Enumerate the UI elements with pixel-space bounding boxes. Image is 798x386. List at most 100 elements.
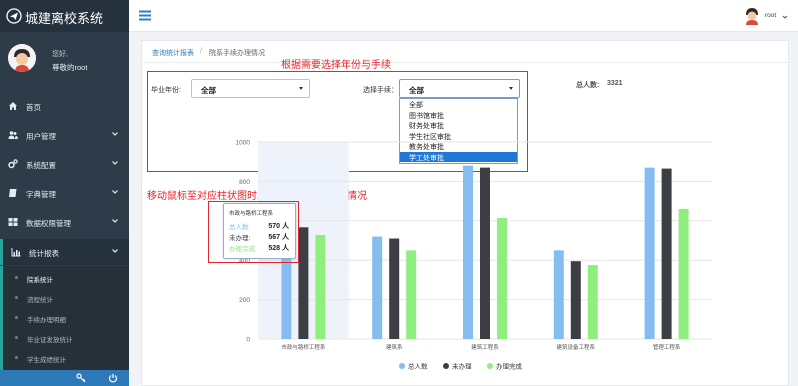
chevron-down-icon: [112, 132, 118, 136]
sidebar-item-system-config[interactable]: 系统配置: [0, 151, 129, 177]
tooltip-row-done: 办理完成: 528 人: [229, 243, 295, 253]
graduation-year-select[interactable]: 全部: [191, 79, 310, 98]
submenu-item-diploma-stats[interactable]: 毕业证发放统计: [3, 328, 129, 348]
bar: [389, 238, 400, 339]
sidebar-item-user-management[interactable]: 用户管理: [0, 122, 129, 148]
avatar[interactable]: [8, 44, 36, 72]
total-count-value: 3321: [607, 80, 623, 87]
legend-marker: [443, 363, 449, 369]
procedure-select[interactable]: 全部: [399, 79, 520, 98]
bar: [298, 227, 309, 339]
sidebar-item-label: 用户管理: [26, 132, 56, 141]
tooltip-value: 567 人: [268, 234, 289, 241]
y-tick-label: 1000: [236, 140, 251, 147]
gears-icon: [8, 159, 18, 169]
y-tick-label: 800: [239, 179, 250, 186]
legend-label: 未办理: [452, 362, 472, 371]
power-icon[interactable]: [108, 373, 118, 383]
submenu-item-label: 院系统计: [27, 277, 53, 284]
grid-icon: [8, 218, 18, 226]
submenu-item-label: 毕业证发放统计: [27, 337, 73, 344]
sidebar-footer: [0, 370, 129, 386]
submenu-item-department-stats[interactable]: 院系统计: [3, 268, 129, 288]
sidebar-item-data-permission[interactable]: 数据权限管理: [0, 209, 129, 235]
sidebar-item-home[interactable]: 首页: [0, 93, 129, 119]
sidebar-item-statistics[interactable]: 统计报表: [0, 239, 129, 265]
caret-down-icon: [299, 87, 303, 90]
app-logo[interactable]: 城建离校系统: [0, 0, 129, 32]
user-greeting: 您好,: [52, 51, 68, 58]
legend-label: 办理完成: [496, 362, 523, 371]
chart-tooltip: 市政与路桥工程系 总人数: 570 人 未办理: 567 人 办理完成: 528…: [223, 203, 296, 259]
procedure-option[interactable]: 全部: [400, 99, 517, 110]
submenu-item-grade-stats[interactable]: 学生成绩统计: [3, 348, 129, 368]
procedure-value: 全部: [409, 86, 424, 95]
legend-marker: [487, 363, 493, 369]
x-tick-label: 建筑工程系: [471, 343, 499, 351]
x-tick-label: 建筑系: [386, 343, 403, 351]
tooltip-title: 市政与路桥工程系: [229, 211, 274, 217]
sidebar-item-dictionary[interactable]: 字典管理: [0, 180, 129, 206]
graduation-year-value: 全部: [201, 86, 216, 95]
chevron-down-icon: [112, 190, 118, 194]
bullet-icon: [15, 276, 18, 279]
paper-plane-icon: [6, 8, 22, 24]
user-avatar-icon: [746, 8, 758, 25]
book-icon: [9, 189, 17, 197]
breadcrumb-parent-link[interactable]: 查询统计报表: [152, 48, 194, 58]
tooltip-row-pending: 未办理: 567 人: [229, 232, 295, 242]
user-avatar-icon: [8, 44, 36, 72]
bar: [497, 217, 507, 339]
chevron-down-icon: [112, 219, 118, 223]
user-panel: 您好, 尊敬的root: [0, 32, 129, 90]
bar: [463, 165, 473, 339]
breadcrumb: 查询统计报表 / 院系手续办理情况: [142, 41, 788, 63]
bar: [570, 261, 581, 339]
annotation-select-filters: 根据需要选择年份与手续: [281, 60, 391, 71]
total-count-label: 总人数:: [576, 82, 600, 89]
key-icon[interactable]: [76, 373, 86, 383]
top-username: root: [765, 12, 777, 19]
submenu-item-label: 流程统计: [27, 297, 53, 304]
legend-marker: [399, 363, 405, 369]
submenu-item-label: 学生成绩统计: [27, 357, 66, 364]
procedure-option[interactable]: 图书馆审批: [400, 110, 517, 121]
chevron-down-icon: [112, 161, 118, 165]
x-tick-label: 建筑设备工程系: [557, 343, 596, 351]
chevron-down-icon: [112, 249, 118, 253]
procedure-label: 选择手续：: [363, 87, 398, 94]
statistics-submenu: 院系统计 流程统计 手续办理明细 毕业证发放统计 学生成绩统计: [0, 266, 129, 370]
bar-chart-icon: [11, 248, 21, 257]
bar: [480, 167, 490, 339]
bar: [553, 250, 564, 339]
user-name: 尊敬的root: [52, 63, 88, 72]
bar: [678, 208, 689, 339]
bullet-icon: [15, 296, 18, 299]
menu-toggle-icon[interactable]: [139, 10, 151, 21]
tooltip-label: 总人数:: [229, 224, 251, 231]
submenu-item-label: 手续办理明细: [27, 317, 66, 324]
submenu-item-process-stats[interactable]: 流程统计: [3, 288, 129, 308]
y-tick-label: 200: [239, 297, 250, 304]
breadcrumb-current: 院系手续办理情况: [209, 50, 265, 57]
graduation-year-label: 毕业年份:: [151, 87, 181, 94]
app-title: 城建离校系统: [25, 11, 104, 26]
bar: [315, 234, 326, 339]
x-tick-label: 市政与路桥工程系: [281, 343, 326, 351]
bar: [372, 236, 383, 339]
x-tick-label: 管理工程系: [653, 343, 681, 351]
tooltip-value: 570 人: [268, 223, 289, 230]
bar: [587, 265, 598, 339]
tooltip-label: 办理完成:: [229, 246, 257, 253]
sidebar-item-label: 数据权限管理: [26, 219, 71, 228]
tooltip-row-total: 总人数: 570 人: [229, 221, 295, 231]
topbar: root: [129, 0, 798, 32]
top-user-menu[interactable]: root: [744, 7, 790, 25]
submenu-item-procedure-details[interactable]: 手续办理明细: [3, 308, 129, 328]
sidebar: 城建离校系统 您好, 尊敬的root 首页 用户管理 系统配置 字典管理 数据权…: [0, 0, 129, 386]
bar: [644, 167, 655, 339]
y-tick-label: 0: [246, 337, 250, 344]
bullet-icon: [15, 356, 18, 359]
bar: [661, 168, 672, 339]
sidebar-item-label: 首页: [26, 103, 41, 112]
